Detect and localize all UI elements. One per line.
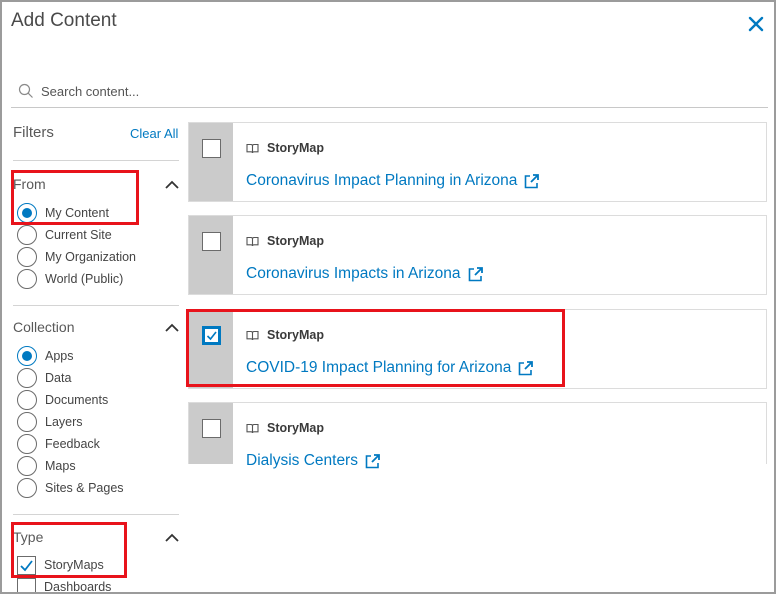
divider: [13, 514, 179, 515]
filters-heading: Filters: [13, 124, 54, 141]
radio[interactable]: [17, 412, 37, 432]
card-select-gutter: [189, 310, 233, 388]
checkbox[interactable]: [17, 577, 36, 592]
result-title-link[interactable]: Coronavirus Impact Planning in Arizona: [246, 172, 540, 190]
from-option-my-content[interactable]: My Content: [17, 202, 109, 224]
search-bar: [11, 74, 768, 108]
close-button[interactable]: [746, 14, 766, 34]
book-icon: [246, 423, 259, 433]
book-icon: [246, 236, 259, 246]
result-title-link[interactable]: COVID-19 Impact Planning for Arizona: [246, 359, 534, 377]
search-icon: [18, 83, 33, 98]
checkmark-icon: [206, 331, 217, 341]
divider: [13, 305, 179, 306]
close-icon: [748, 16, 764, 32]
result-type: StoryMap: [246, 328, 324, 342]
chevron-up-icon[interactable]: [164, 323, 180, 333]
radio[interactable]: [17, 390, 37, 410]
divider: [13, 160, 179, 161]
card-select-gutter: [189, 123, 233, 201]
radio[interactable]: [17, 368, 37, 388]
result-type: StoryMap: [246, 421, 324, 435]
collection-option-documents[interactable]: Documents: [17, 389, 108, 411]
result-type: StoryMap: [246, 234, 324, 248]
from-option-my-organization[interactable]: My Organization: [17, 246, 136, 268]
from-group-title: From: [13, 176, 46, 192]
radio[interactable]: [17, 456, 37, 476]
result-card[interactable]: StoryMap Coronavirus Impact Planning in …: [188, 122, 767, 202]
radio[interactable]: [17, 434, 37, 454]
result-checkbox[interactable]: [202, 419, 221, 438]
external-link-icon: [519, 360, 534, 375]
result-card-selected[interactable]: StoryMap COVID-19 Impact Planning for Ar…: [188, 309, 767, 389]
clear-all-link[interactable]: Clear All: [130, 126, 178, 141]
type-option-storymaps[interactable]: StoryMaps: [17, 554, 104, 576]
type-option-dashboards[interactable]: Dashboards: [17, 576, 111, 592]
checkmark-icon: [20, 559, 33, 571]
result-title-link[interactable]: Dialysis Centers: [246, 452, 381, 470]
external-link-icon: [468, 266, 483, 281]
result-type: StoryMap: [246, 141, 324, 155]
radio-selected[interactable]: [17, 203, 37, 223]
checkbox-checked[interactable]: [17, 555, 36, 575]
result-checkbox-checked[interactable]: [202, 326, 221, 345]
from-option-current-site[interactable]: Current Site: [17, 224, 112, 246]
collection-option-maps[interactable]: Maps: [17, 455, 76, 477]
card-select-gutter: [189, 216, 233, 294]
collection-option-sites-pages[interactable]: Sites & Pages: [17, 477, 124, 499]
radio[interactable]: [17, 247, 37, 267]
type-group-title: Type: [13, 529, 44, 545]
external-link-icon: [525, 173, 540, 188]
radio-selected[interactable]: [17, 346, 37, 366]
chevron-up-icon[interactable]: [164, 180, 180, 190]
result-card[interactable]: StoryMap Dialysis Centers: [188, 402, 767, 469]
search-input[interactable]: [41, 80, 741, 102]
collection-group-title: Collection: [13, 319, 75, 335]
from-option-world-public[interactable]: World (Public): [17, 268, 123, 290]
result-checkbox[interactable]: [202, 139, 221, 158]
book-icon: [246, 330, 259, 340]
external-link-icon: [365, 453, 380, 468]
add-content-dialog: Add Content Filters Clear All From My Co…: [0, 0, 776, 594]
radio[interactable]: [17, 478, 37, 498]
collection-option-data[interactable]: Data: [17, 367, 71, 389]
collection-option-layers[interactable]: Layers: [17, 411, 83, 433]
collection-option-apps[interactable]: Apps: [17, 345, 74, 367]
collection-option-feedback[interactable]: Feedback: [17, 433, 100, 455]
radio[interactable]: [17, 269, 37, 289]
result-title-link[interactable]: Coronavirus Impacts in Arizona: [246, 265, 484, 283]
chevron-up-icon[interactable]: [164, 533, 180, 543]
result-card[interactable]: StoryMap Coronavirus Impacts in Arizona: [188, 215, 767, 295]
radio[interactable]: [17, 225, 37, 245]
book-icon: [246, 143, 259, 153]
dialog-title: Add Content: [11, 10, 117, 31]
result-checkbox[interactable]: [202, 232, 221, 251]
